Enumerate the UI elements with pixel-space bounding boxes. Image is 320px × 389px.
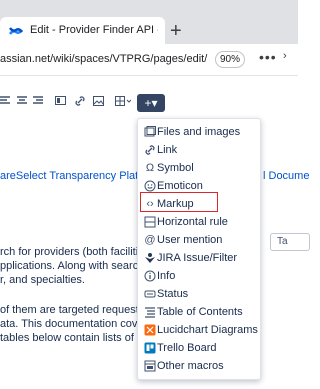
macro-icon — [144, 360, 156, 372]
zoom-indicator[interactable]: 90% — [215, 51, 245, 68]
info-icon — [144, 270, 156, 282]
browser-tab[interactable]: Edit - Provider Finder API - Con — [0, 17, 165, 44]
menu-item-other-macros[interactable]: Other macros — [138, 358, 262, 376]
menu-item-user-mention[interactable]: @ User mention — [138, 232, 262, 250]
menu-item-files-and-images[interactable]: Files and images — [138, 124, 262, 142]
menu-item-lucidchart[interactable]: Lucidchart Diagrams — [138, 322, 262, 340]
new-tab-button[interactable]: + — [170, 21, 182, 41]
markup-highlight-box — [140, 192, 218, 212]
image-icon — [144, 126, 156, 137]
menu-item-status[interactable]: Status — [138, 286, 262, 304]
align-right-icon[interactable] — [33, 96, 43, 106]
menu-item-link[interactable]: Link — [138, 142, 262, 160]
rule-icon — [144, 216, 156, 228]
confluence-icon — [9, 27, 23, 35]
toc-icon — [145, 307, 155, 318]
menu-item-horizontal-rule[interactable]: Horizontal rule — [138, 214, 262, 232]
menu-item-symbol[interactable]: Ω Symbol — [138, 160, 262, 178]
trello-icon — [144, 342, 156, 354]
address-bar[interactable]: assian.net/wiki/spaces/VTPRG/pages/edit/… — [0, 44, 298, 76]
tag-box[interactable]: Ta — [270, 233, 310, 251]
url-text[interactable]: assian.net/wiki/spaces/VTPRG/pages/edit/ — [0, 53, 207, 65]
omega-icon: Ω — [145, 162, 155, 174]
overflow-chevron-icon[interactable]: › — [283, 50, 287, 62]
menu-item-jira[interactable]: JIRA Issue/Filter — [138, 250, 262, 268]
page-link-right[interactable]: l Docume — [263, 170, 309, 182]
menu-item-trello[interactable]: Trello Board — [138, 340, 262, 358]
image-toolbar-icon[interactable] — [93, 96, 104, 106]
browser-tab-bar: Edit - Provider Finder API - Con + — [0, 0, 298, 44]
insert-more-button[interactable]: +▾ — [137, 94, 165, 112]
at-icon: @ — [144, 234, 156, 246]
align-left-icon[interactable] — [0, 96, 10, 106]
layout-icon[interactable] — [55, 96, 66, 106]
table-icon[interactable] — [115, 96, 131, 106]
lucidchart-icon — [144, 324, 156, 336]
body-line: of them are targeted requests, th — [0, 304, 160, 316]
body-line: r, and specialties. — [0, 274, 85, 286]
smiley-icon — [144, 180, 156, 192]
menu-item-info[interactable]: Info — [138, 268, 262, 286]
align-center-icon[interactable] — [17, 96, 27, 106]
link-toolbar-icon[interactable] — [75, 96, 85, 106]
link-icon — [145, 145, 155, 155]
insert-menu: Files and images Link Ω Symbol Emoticon … — [137, 118, 261, 380]
more-menu-icon[interactable]: ••• — [259, 49, 277, 65]
tab-title: Edit - Provider Finder API - Con — [30, 24, 158, 36]
status-icon — [144, 290, 156, 298]
menu-item-table-of-contents[interactable]: Table of Contents — [138, 304, 262, 322]
jira-icon — [145, 253, 155, 263]
